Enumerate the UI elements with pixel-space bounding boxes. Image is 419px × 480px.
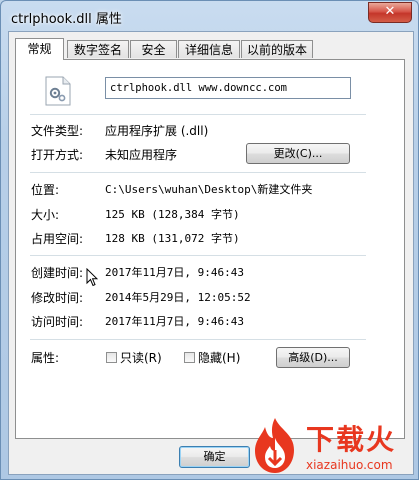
- divider: [30, 172, 366, 173]
- opens-with-value: 未知应用程序: [105, 148, 178, 162]
- ok-button[interactable]: 确定: [179, 446, 250, 468]
- location-label: 位置:: [31, 183, 60, 197]
- size-on-disk-label: 占用空间:: [31, 232, 84, 246]
- mouse-cursor-icon: [86, 268, 98, 287]
- accessed-value: 2017年11月7日, 9:46:43: [105, 315, 244, 328]
- size-on-disk-value: 128 KB (131,072 字节): [105, 232, 240, 245]
- change-button[interactable]: 更改(C)...: [246, 143, 350, 164]
- divider: [30, 114, 366, 115]
- modified-value: 2014年5月29日, 12:05:52: [105, 291, 251, 304]
- tab-general[interactable]: 常规: [15, 38, 64, 60]
- title-bar[interactable]: ctrlphook.dll 属性 ✕: [1, 1, 419, 31]
- readonly-checkbox[interactable]: [106, 352, 117, 363]
- created-label: 创建时间:: [31, 266, 84, 280]
- accessed-label: 访问时间:: [31, 315, 84, 329]
- watermark-brand: 下载火: [306, 423, 397, 456]
- tab-details[interactable]: 详细信息: [178, 40, 240, 58]
- modified-label: 修改时间:: [31, 291, 84, 305]
- size-label: 大小:: [31, 208, 60, 222]
- flame-logo-icon: [255, 418, 294, 473]
- tab-previous-versions[interactable]: 以前的版本: [241, 40, 313, 58]
- watermark-url: xiazaihuo.com: [306, 458, 393, 472]
- watermark-logo: 下载火 xiazaihuo.com: [246, 414, 416, 478]
- tab-security[interactable]: 安全: [130, 40, 177, 58]
- properties-window: ctrlphook.dll 属性 ✕ 常规 数字签名 安全 详细信息 以前的版本…: [0, 0, 419, 480]
- created-value: 2017年11月7日, 9:46:43: [105, 266, 244, 279]
- file-type-value: 应用程序扩展 (.dll): [105, 124, 209, 138]
- dll-file-icon: [45, 76, 71, 106]
- readonly-checkbox-label[interactable]: 只读(R): [120, 349, 162, 366]
- hidden-checkbox-label[interactable]: 隐藏(H): [198, 349, 240, 366]
- file-name-input[interactable]: ctrlphook.dll www.downcc.com: [105, 77, 351, 99]
- close-button[interactable]: ✕: [368, 2, 412, 23]
- divider: [30, 255, 366, 256]
- divider: [30, 339, 366, 340]
- dialog-client-area: 常规 数字签名 安全 详细信息 以前的版本 ctrlphook.dll www.…: [8, 31, 414, 475]
- attributes-label: 属性:: [31, 351, 60, 365]
- advanced-button[interactable]: 高级(D)...: [276, 347, 350, 368]
- size-value: 125 KB (128,384 字节): [105, 208, 240, 221]
- hidden-checkbox[interactable]: [184, 352, 195, 363]
- file-type-label: 文件类型:: [31, 124, 84, 138]
- tab-digital-signatures[interactable]: 数字签名: [67, 40, 129, 58]
- opens-with-label: 打开方式:: [31, 148, 84, 162]
- general-tab-page: ctrlphook.dll www.downcc.com 文件类型: 应用程序扩…: [15, 59, 405, 439]
- location-value: C:\Users\wuhan\Desktop\新建文件夹: [105, 183, 313, 196]
- window-title: ctrlphook.dll 属性: [11, 12, 122, 27]
